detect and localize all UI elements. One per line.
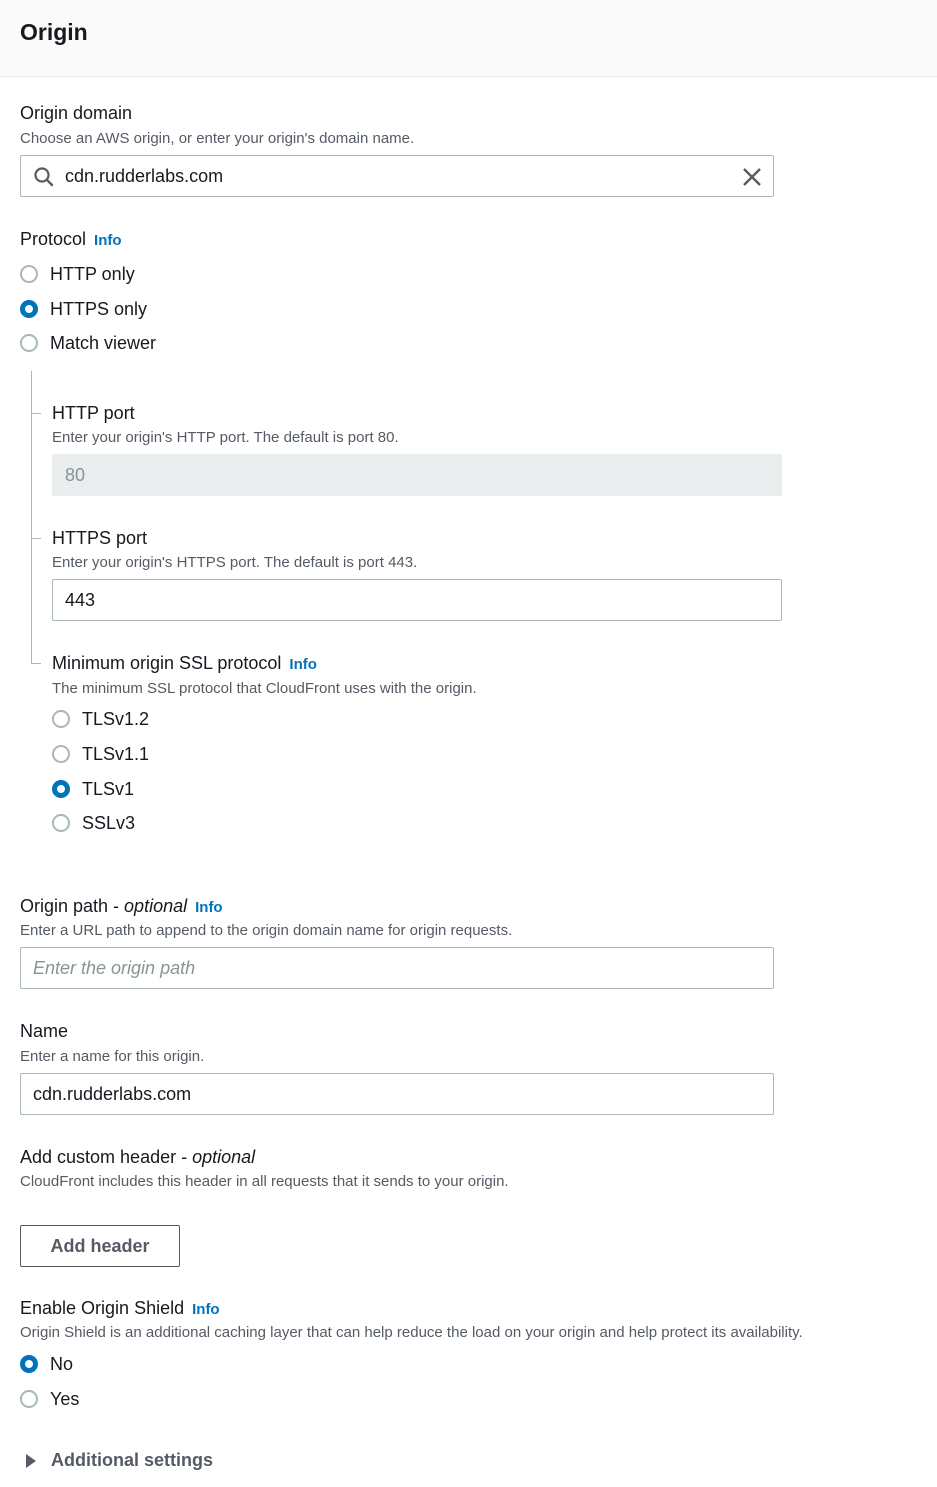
ssl-radio-sslv3[interactable]: SSLv3 (52, 811, 135, 835)
origin-path-label-text: Origin path - (20, 896, 125, 916)
radio-label: TLSv1.2 (82, 708, 150, 729)
origin-domain-value: cdn.rudderlabs.com (65, 165, 224, 186)
protocol-radio-http-only[interactable]: HTTP only (20, 262, 135, 286)
section-header: Origin (0, 0, 937, 77)
radio-label: TLSv1.1 (82, 743, 150, 764)
protocol-info-link[interactable]: Info (94, 232, 122, 249)
radio-label: No (50, 1353, 74, 1374)
protocol-radio-match-viewer[interactable]: Match viewer (20, 331, 156, 355)
origin-path-description: Enter a URL path to append to the origin… (20, 922, 513, 939)
http-port-input[interactable]: 80 (52, 454, 782, 496)
ssl-protocol-label-text: Minimum origin SSL protocol (52, 653, 282, 673)
radio-button[interactable] (52, 814, 70, 832)
origin-shield-label-text: Enable Origin Shield (20, 1298, 185, 1318)
additional-settings-label: Additional settings (51, 1450, 213, 1470)
origin-shield-description: Origin Shield is an additional caching l… (20, 1324, 803, 1341)
tree-branch (31, 538, 41, 539)
https-port-value: 443 (65, 589, 96, 610)
radio-button[interactable] (52, 710, 70, 728)
radio-label: Match viewer (50, 332, 157, 353)
radio-button[interactable] (52, 780, 70, 798)
tree-connector-line (31, 371, 32, 664)
additional-settings-expander[interactable]: Additional settings (26, 1450, 213, 1471)
custom-header-label: Add custom header - optional (20, 1147, 255, 1168)
radio-label: HTTPS only (50, 298, 148, 319)
radio-button[interactable] (20, 300, 38, 318)
origin-shield-radio-no[interactable]: No (20, 1352, 73, 1376)
protocol-label-text: Protocol (20, 229, 87, 249)
radio-label: HTTP only (50, 263, 135, 284)
https-port-input[interactable]: 443 (52, 579, 782, 621)
radio-label: SSLv3 (82, 812, 136, 833)
origin-domain-description: Choose an AWS origin, or enter your orig… (20, 130, 415, 147)
optional-text: optional (124, 896, 188, 916)
origin-path-placeholder: Enter the origin path (33, 957, 196, 978)
ssl-radio-tlsv1-2[interactable]: TLSv1.2 (52, 707, 149, 731)
ssl-protocol-label: Minimum origin SSL protocol Info (52, 653, 317, 674)
ssl-radio-tlsv1[interactable]: TLSv1 (52, 777, 134, 801)
http-port-label: HTTP port (52, 403, 135, 423)
radio-button[interactable] (20, 334, 38, 352)
ssl-protocol-description: The minimum SSL protocol that CloudFront… (52, 680, 477, 697)
caret-right-icon (26, 1453, 36, 1468)
tree-branch (31, 663, 41, 664)
radio-button[interactable] (52, 745, 70, 763)
custom-header-description: CloudFront includes this header in all r… (20, 1173, 509, 1190)
tree-branch (31, 413, 41, 414)
https-port-description: Enter your origin's HTTPS port. The defa… (52, 554, 418, 571)
close-icon[interactable] (741, 166, 763, 188)
add-header-button[interactable]: Add header (20, 1225, 180, 1267)
radio-label: TLSv1 (82, 778, 135, 799)
radio-button[interactable] (20, 265, 38, 283)
origin-path-label: Origin path - optional Info (20, 896, 223, 917)
origin-shield-radio-yes[interactable]: Yes (20, 1387, 79, 1411)
radio-button[interactable] (20, 1355, 38, 1373)
origin-shield-info-link[interactable]: Info (192, 1301, 220, 1318)
name-value: cdn.rudderlabs.com (33, 1083, 192, 1104)
https-port-label: HTTPS port (52, 528, 148, 548)
radio-label: Yes (50, 1388, 80, 1409)
origin-domain-input[interactable]: cdn.rudderlabs.com (20, 155, 774, 197)
search-icon (34, 167, 54, 187)
http-port-description: Enter your origin's HTTP port. The defau… (52, 429, 399, 446)
ssl-protocol-info-link[interactable]: Info (289, 656, 317, 673)
origin-path-info-link[interactable]: Info (195, 899, 223, 916)
protocol-radio-https-only[interactable]: HTTPS only (20, 297, 147, 321)
http-port-value: 80 (65, 464, 86, 485)
origin-shield-label: Enable Origin Shield Info (20, 1298, 220, 1319)
protocol-label: Protocol Info (20, 229, 122, 250)
optional-text: optional (192, 1147, 256, 1167)
name-description: Enter a name for this origin. (20, 1048, 205, 1065)
ssl-radio-tlsv1-1[interactable]: TLSv1.1 (52, 742, 149, 766)
name-input[interactable]: cdn.rudderlabs.com (20, 1073, 774, 1115)
name-label: Name (20, 1021, 69, 1041)
custom-header-label-text: Add custom header - (20, 1147, 193, 1167)
radio-button[interactable] (20, 1390, 38, 1408)
section-title: Origin (20, 19, 88, 45)
origin-domain-label: Origin domain (20, 103, 133, 123)
origin-path-input[interactable]: Enter the origin path (20, 947, 774, 989)
